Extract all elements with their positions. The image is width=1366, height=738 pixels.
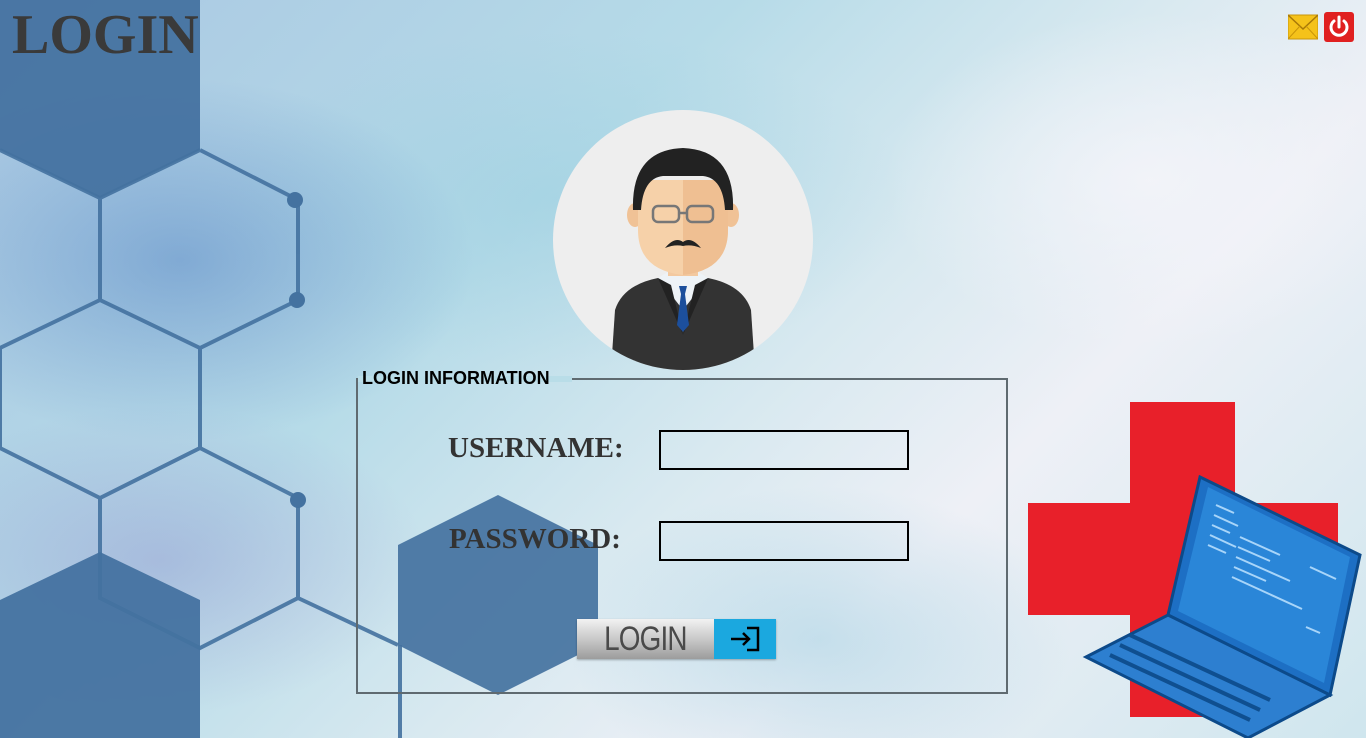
sign-in-icon xyxy=(714,619,776,659)
username-input[interactable] xyxy=(659,430,909,470)
medical-laptop-illustration xyxy=(1028,402,1362,738)
password-input[interactable] xyxy=(659,521,909,561)
user-avatar xyxy=(553,110,813,370)
login-information-title: LOGIN INFORMATION xyxy=(360,368,552,388)
mail-icon[interactable] xyxy=(1288,12,1318,42)
power-icon[interactable] xyxy=(1324,12,1354,42)
login-button[interactable]: LOGIN xyxy=(577,619,776,659)
password-label: PASSWORD: xyxy=(449,523,621,555)
top-toolbar xyxy=(1288,12,1354,42)
username-label: USERNAME: xyxy=(448,432,624,464)
login-button-label-area: LOGIN xyxy=(577,619,714,659)
page-title: LOGIN xyxy=(12,4,199,66)
login-button-label: LOGIN xyxy=(604,619,687,658)
